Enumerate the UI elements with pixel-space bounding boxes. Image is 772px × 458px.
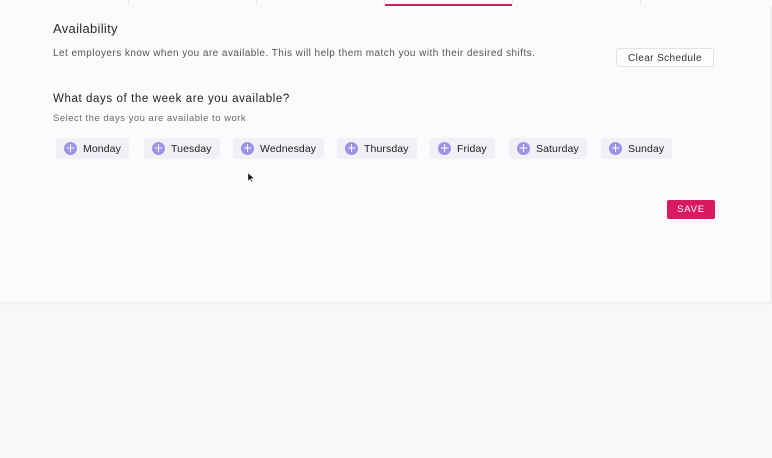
day-label: Sunday [628, 142, 665, 155]
tab-divider [256, 0, 257, 5]
plus-icon: + [345, 141, 358, 155]
plus-icon: + [517, 141, 530, 155]
save-button[interactable]: SAVE [667, 200, 715, 219]
plus-icon: + [152, 141, 165, 155]
day-chip-monday[interactable]: + Monday [56, 138, 129, 159]
section-description: Let employers know when you are availabl… [53, 48, 536, 59]
day-label: Wednesday [260, 142, 317, 155]
tab-divider [128, 0, 129, 5]
day-chip-tuesday[interactable]: + Tuesday [144, 138, 220, 159]
tab-divider [640, 0, 641, 5]
days-subtext: Select the days you are available to wor… [53, 113, 247, 124]
tab-divider [512, 0, 513, 5]
day-chip-wednesday[interactable]: + Wednesday [233, 138, 325, 159]
day-label: Friday [457, 142, 487, 155]
day-label: Monday [83, 142, 121, 155]
day-chip-friday[interactable]: + Friday [430, 138, 495, 159]
plus-icon: + [609, 141, 622, 155]
plus-icon: + [438, 141, 451, 155]
day-label: Tuesday [171, 142, 212, 155]
availability-card: Availability Let employers know when you… [0, 6, 771, 302]
plus-icon: + [241, 141, 254, 155]
section-title: Availability [53, 21, 118, 36]
day-chip-saturday[interactable]: + Saturday [509, 138, 587, 159]
day-chip-sunday[interactable]: + Sunday [601, 138, 673, 159]
day-chip-thursday[interactable]: + Thursday [337, 138, 417, 159]
mouse-cursor-icon [248, 173, 254, 182]
plus-icon: + [64, 141, 77, 155]
day-label: Saturday [536, 142, 579, 155]
clear-schedule-button[interactable]: Clear Schedule [616, 48, 714, 67]
day-label: Thursday [364, 142, 409, 155]
days-question: What days of the week are you available? [53, 93, 290, 105]
